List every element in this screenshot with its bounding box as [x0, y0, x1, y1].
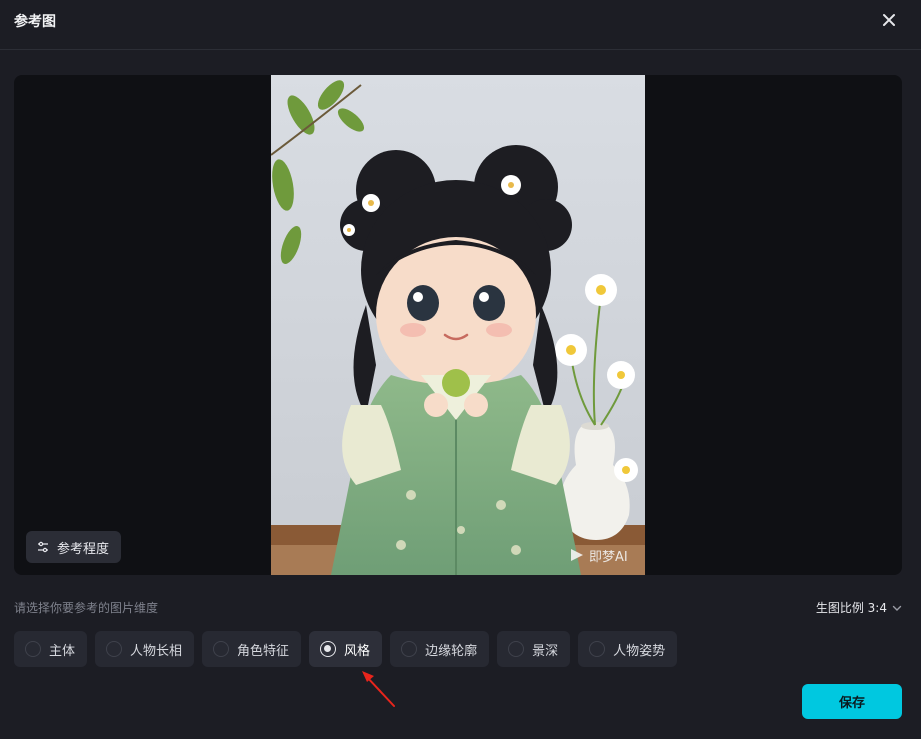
- dialog-title: 参考图: [14, 14, 56, 30]
- annotation-arrow-icon: [362, 671, 395, 707]
- radio[interactable]: [401, 641, 418, 657]
- option-label: 边缘轮廓: [425, 643, 478, 659]
- option-depth-of-field[interactable]: 景深: [497, 631, 571, 667]
- close-icon: [883, 14, 895, 26]
- option-edge-outline[interactable]: 边缘轮廓: [390, 631, 490, 667]
- option-label: 主体: [49, 643, 76, 659]
- sliders-icon: [38, 541, 48, 553]
- option-label: 景深: [532, 643, 559, 659]
- radio[interactable]: [213, 641, 230, 657]
- option-label: 人物长相: [130, 643, 183, 659]
- ratio-label: 生图比例 3:4: [815, 601, 887, 615]
- reference-image: 即梦AI: [271, 75, 645, 575]
- chevron-down-icon: [892, 605, 902, 611]
- option-label: 风格: [344, 643, 371, 659]
- radio[interactable]: [25, 641, 41, 657]
- dimension-hint: 请选择你要参考的图片维度: [14, 601, 159, 615]
- option-label: 人物姿势: [613, 643, 666, 659]
- ratio-selector[interactable]: 生图比例 3:4: [816, 599, 903, 616]
- watermark: 即梦AI: [589, 550, 628, 565]
- reference-strength-button[interactable]: 参考程度: [26, 531, 122, 563]
- radio[interactable]: [589, 641, 606, 657]
- radio[interactable]: [106, 641, 123, 657]
- radio[interactable]: [508, 641, 525, 657]
- radio-selected[interactable]: [320, 641, 337, 657]
- image-preview: 即梦AI 参考程度: [14, 75, 902, 575]
- option-pose[interactable]: 人物姿势: [578, 631, 678, 667]
- option-character-features[interactable]: 角色特征: [202, 631, 302, 667]
- option-label: 角色特征: [237, 643, 290, 659]
- option-face[interactable]: 人物长相: [95, 631, 195, 667]
- dimension-options: 主体 人物长相 角色特征 风格 边缘轮廓 景深 人物姿势: [14, 631, 678, 667]
- dialog-header: 参考图: [0, 0, 921, 50]
- close-button[interactable]: [879, 10, 899, 30]
- save-button[interactable]: 保存: [802, 684, 902, 719]
- option-style[interactable]: 风格: [309, 631, 383, 667]
- reference-strength-label: 参考程度: [57, 541, 110, 557]
- option-subject[interactable]: 主体: [14, 631, 88, 667]
